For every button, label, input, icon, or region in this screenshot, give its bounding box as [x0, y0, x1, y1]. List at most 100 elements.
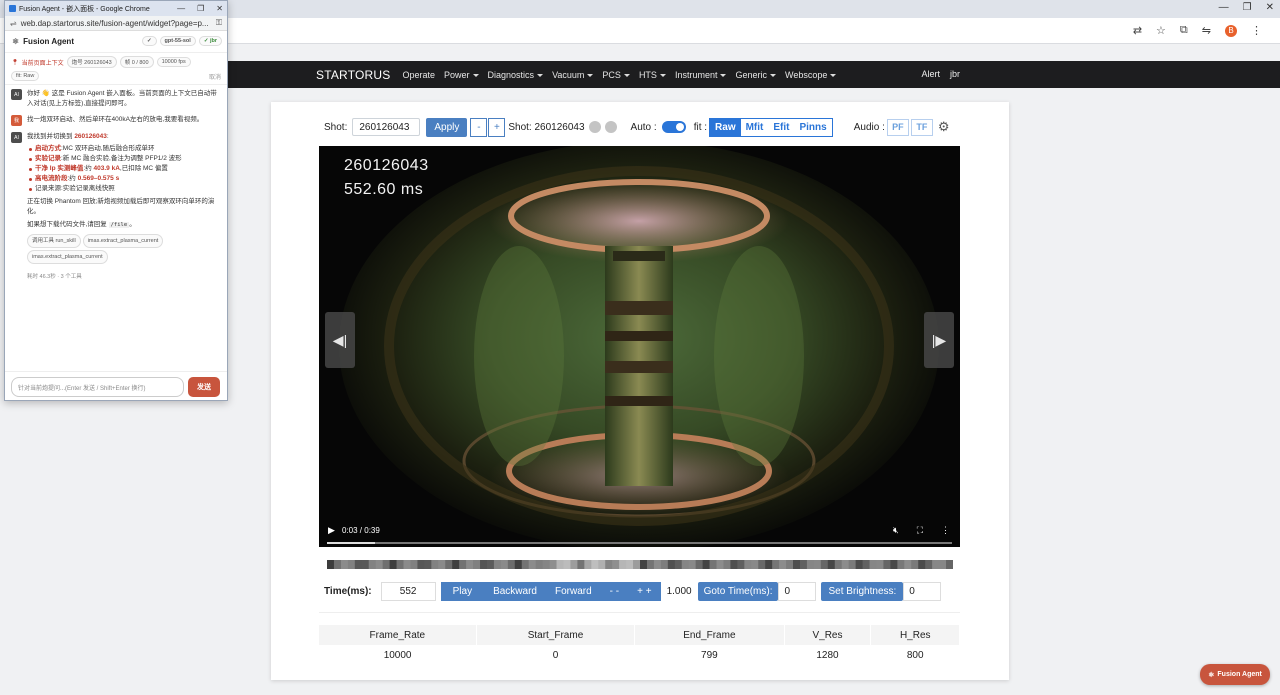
frame-thumb[interactable]: [598, 560, 606, 569]
popup-url-bar[interactable]: ⇌ web.dap.startorus.site/fusion-agent/wi…: [5, 16, 227, 31]
frame-thumb[interactable]: [438, 560, 446, 569]
frame-thumb[interactable]: [563, 560, 572, 569]
frame-thumb[interactable]: [612, 560, 620, 569]
frame-thumb[interactable]: [813, 560, 822, 569]
nav-user[interactable]: jbr: [950, 69, 960, 79]
frame-thumb[interactable]: [772, 560, 780, 569]
frame-thumb[interactable]: [890, 560, 898, 569]
frame-thumb[interactable]: [758, 560, 766, 569]
frame-thumb[interactable]: [354, 560, 363, 569]
brand-logo[interactable]: STARTORUS: [316, 68, 390, 82]
star-icon[interactable]: ☆: [1156, 24, 1166, 37]
frame-thumb[interactable]: [793, 560, 801, 569]
audio-pf-button[interactable]: PF: [886, 118, 909, 136]
frame-thumb[interactable]: [535, 560, 544, 569]
restore-icon[interactable]: ❐: [1243, 2, 1252, 13]
minimize-icon[interactable]: —: [177, 4, 185, 13]
chat-input[interactable]: 针对当前炮提问...(Enter 发送 / Shift+Enter 换行): [11, 377, 184, 397]
audio-tf-button[interactable]: TF: [910, 118, 933, 136]
frame-thumb[interactable]: [855, 560, 864, 569]
frame-thumb[interactable]: [827, 560, 836, 569]
context-cancel[interactable]: 取消: [209, 72, 221, 81]
restore-icon[interactable]: ❐: [197, 4, 204, 13]
frame-thumb[interactable]: [528, 560, 537, 569]
frame-thumb[interactable]: [626, 560, 634, 569]
frame-thumb[interactable]: [848, 560, 857, 569]
frame-thumb[interactable]: [591, 560, 599, 569]
fusion-agent-fab[interactable]: ⚛ Fusion Agent: [1200, 664, 1270, 685]
more-icon[interactable]: ⋮: [941, 525, 950, 536]
nav-item-operate[interactable]: Operate: [402, 70, 435, 80]
frame-thumb[interactable]: [702, 560, 711, 569]
frame-thumb[interactable]: [577, 560, 585, 569]
frame-thumb[interactable]: [347, 560, 356, 569]
nav-item-pcs[interactable]: PCS: [602, 70, 630, 80]
frame-thumb[interactable]: [716, 560, 725, 569]
frame-thumb[interactable]: [688, 560, 697, 569]
set-brightness-button[interactable]: Set Brightness:: [821, 581, 904, 601]
next-frame-button[interactable]: |▶: [924, 312, 954, 368]
faster-button[interactable]: + +: [628, 582, 660, 601]
forward-button[interactable]: Forward: [546, 582, 601, 601]
minimize-icon[interactable]: —: [1219, 2, 1229, 13]
goto-time-input[interactable]: 0: [778, 581, 817, 601]
frame-thumb[interactable]: [514, 560, 523, 569]
nav-alert[interactable]: Alert: [921, 69, 940, 79]
frame-thumb[interactable]: [918, 560, 926, 569]
video-player[interactable]: 260126043 552.60 ms ◀| |▶ ▶ 0:03 / 0:39 …: [319, 146, 960, 547]
frame-thumb[interactable]: [932, 560, 940, 569]
auto-toggle[interactable]: [661, 121, 686, 133]
frame-thumb[interactable]: [681, 560, 690, 569]
frame-thumb[interactable]: [521, 560, 530, 569]
frame-thumb[interactable]: [695, 560, 704, 569]
nav-item-generic[interactable]: Generic: [735, 70, 776, 80]
frame-thumb[interactable]: [619, 560, 627, 569]
frame-thumb[interactable]: [911, 560, 919, 569]
frame-thumb[interactable]: [876, 560, 885, 569]
extension-icon[interactable]: ⧉: [1180, 24, 1188, 37]
frame-thumb[interactable]: [493, 560, 502, 569]
fit-efit-button[interactable]: Efit: [768, 118, 795, 136]
site-info-icon[interactable]: ⇌: [10, 19, 17, 28]
frame-thumb[interactable]: [925, 560, 933, 569]
frame-thumb[interactable]: [327, 560, 335, 569]
frame-thumb[interactable]: [486, 560, 495, 569]
frame-thumb[interactable]: [709, 560, 718, 569]
close-icon[interactable]: ✕: [1266, 2, 1274, 13]
nav-item-instrument[interactable]: Instrument: [675, 70, 727, 80]
avatar[interactable]: B: [1225, 24, 1237, 37]
fullscreen-icon[interactable]: ⛶: [917, 525, 923, 536]
frame-thumb[interactable]: [799, 560, 808, 569]
translate-icon[interactable]: ⇄: [1133, 24, 1142, 37]
gear-icon[interactable]: ⚙: [938, 119, 950, 135]
shot-minus-button[interactable]: -: [470, 117, 488, 137]
slower-button[interactable]: - -: [601, 582, 628, 601]
frame-thumb[interactable]: [549, 560, 558, 569]
play-button[interactable]: Play: [441, 582, 484, 601]
frame-thumb[interactable]: [382, 560, 391, 569]
shot-plus-button[interactable]: +: [488, 117, 506, 137]
nav-item-hts[interactable]: HTS: [639, 70, 666, 80]
frame-thumb[interactable]: [751, 560, 759, 569]
frame-thumb[interactable]: [730, 560, 738, 569]
frame-thumb[interactable]: [904, 560, 912, 569]
frame-thumb[interactable]: [431, 560, 439, 569]
frame-thumb[interactable]: [605, 560, 613, 569]
frame-thumb[interactable]: [946, 560, 953, 569]
frame-thumb[interactable]: [841, 560, 850, 569]
frame-thumb[interactable]: [883, 560, 891, 569]
frame-thumb[interactable]: [584, 560, 592, 569]
frame-thumb[interactable]: [542, 560, 551, 569]
menu-icon[interactable]: ⋮: [1251, 24, 1262, 37]
frame-thumb[interactable]: [674, 560, 683, 569]
frame-thumb[interactable]: [834, 560, 843, 569]
frame-thumb[interactable]: [744, 560, 752, 569]
frame-thumb[interactable]: [570, 560, 578, 569]
frame-thumb[interactable]: [869, 560, 878, 569]
key-icon[interactable]: ⚿: [216, 18, 222, 28]
nav-item-power[interactable]: Power: [444, 70, 479, 80]
brightness-input[interactable]: 0: [903, 581, 942, 601]
frame-strip[interactable]: [327, 560, 953, 569]
frame-thumb[interactable]: [340, 560, 349, 569]
fit-mfit-button[interactable]: Mfit: [740, 118, 769, 136]
